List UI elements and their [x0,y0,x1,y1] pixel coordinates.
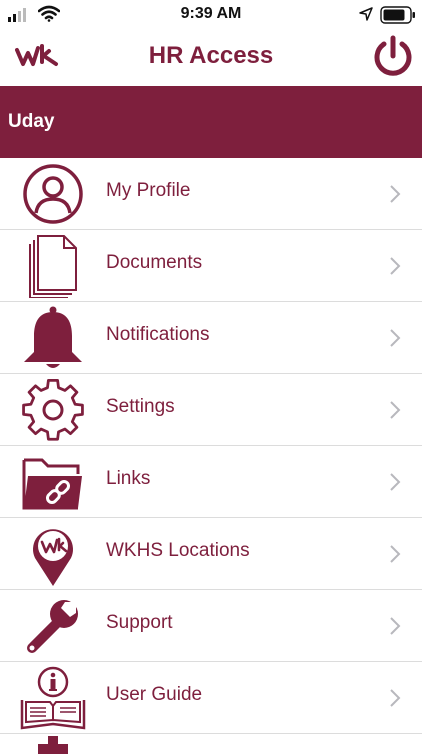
menu-item-user-guide[interactable]: User Guide [0,662,422,734]
documents-icon [18,234,88,298]
chevron-right-icon [390,401,401,419]
menu-item-support[interactable]: Support [0,590,422,662]
main-menu: My Profile Documents Notifications Setti… [0,158,422,754]
menu-item-wkhs-locations[interactable]: WKHS Locations [0,518,422,590]
menu-item-documents[interactable]: Documents [0,230,422,302]
menu-item-label: User Guide [106,684,203,705]
chevron-right-icon [390,329,401,347]
partial-icon [38,736,68,754]
menu-item-settings[interactable]: Settings [0,374,422,446]
menu-item-label: WKHS Locations [106,540,250,561]
wrench-icon [18,594,88,658]
menu-item-notifications[interactable]: Notifications [0,302,422,374]
chevron-right-icon [390,473,401,491]
gear-icon [18,378,88,442]
status-bar: 9:39 AM [0,0,422,32]
bell-icon [18,306,88,370]
profile-icon [18,162,88,226]
chevron-right-icon [390,185,401,203]
chevron-right-icon [390,617,401,635]
menu-item-label: Links [106,468,151,489]
user-guide-icon [18,666,88,730]
location-pin-icon [18,522,88,586]
location-arrow-icon [359,7,373,21]
user-banner: Uday [0,86,422,158]
menu-item-label: Documents [106,252,203,273]
battery-icon [380,6,415,24]
menu-item-label: Notifications [106,324,210,345]
menu-item-partial [0,734,422,754]
chevron-right-icon [390,545,401,563]
user-name: Uday [8,111,55,132]
menu-item-label: Support [106,612,173,633]
folder-link-icon [18,450,88,514]
menu-item-label: My Profile [106,180,191,201]
menu-item-label: Settings [106,396,175,417]
menu-item-links[interactable]: Links [0,446,422,518]
power-icon[interactable] [371,34,415,78]
page-title: HR Access [148,42,274,69]
app-header: HR Access [0,32,422,84]
chevron-right-icon [390,689,401,707]
menu-item-my-profile[interactable]: My Profile [0,158,422,230]
chevron-right-icon [390,257,401,275]
